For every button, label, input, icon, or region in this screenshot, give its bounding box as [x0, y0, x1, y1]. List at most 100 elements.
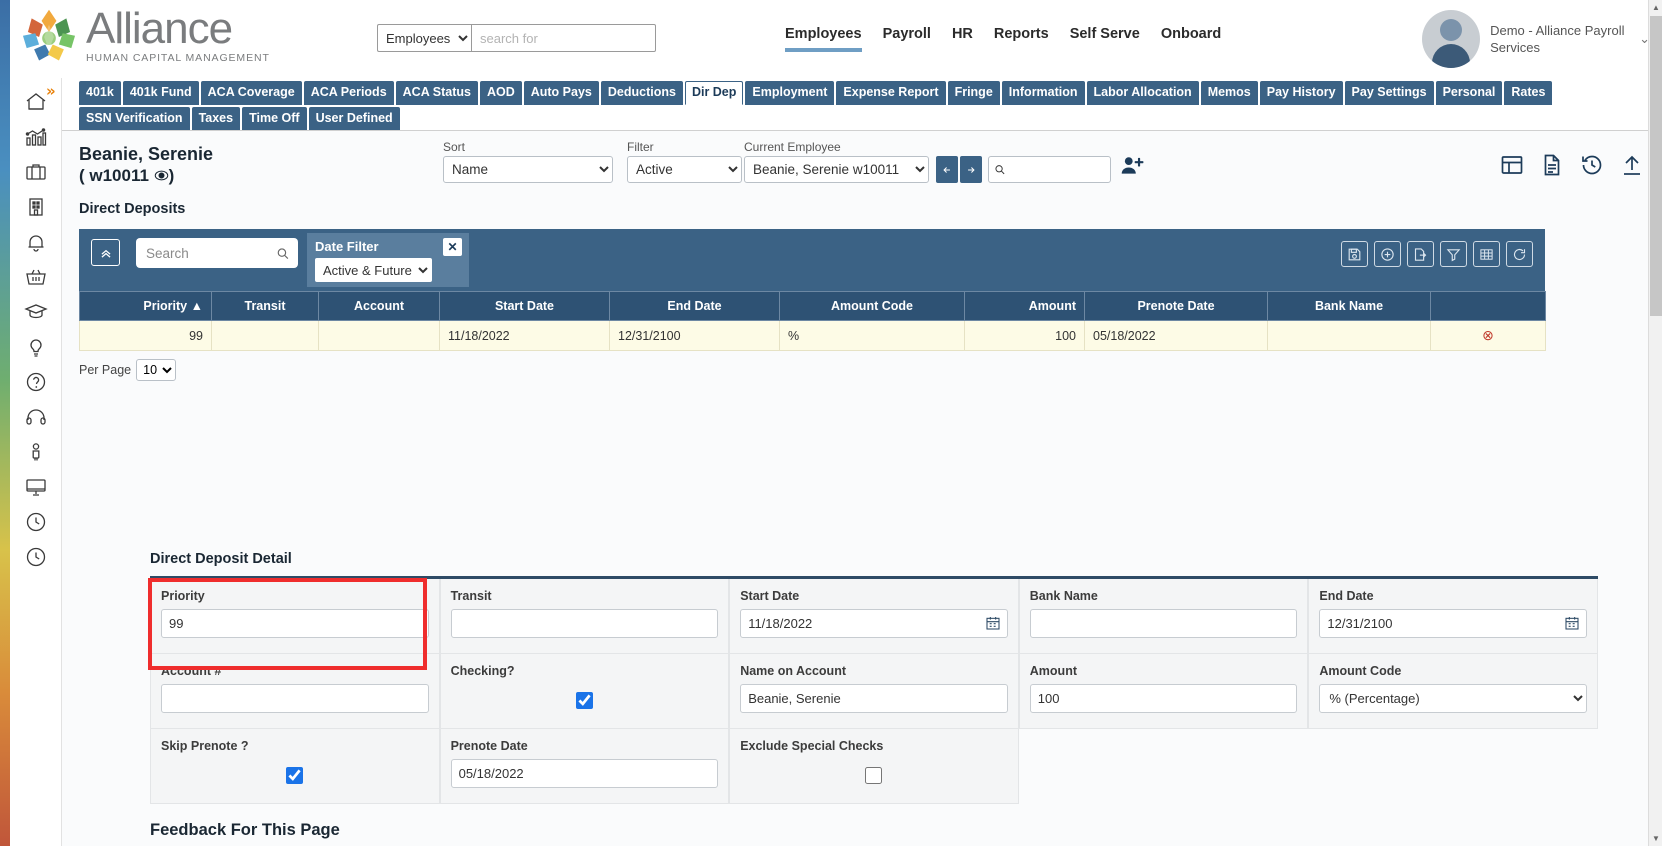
tab-pay-settings[interactable]: Pay Settings	[1344, 81, 1434, 105]
scroll-down-icon[interactable]: ▼	[1649, 831, 1662, 846]
grid-search-input[interactable]	[144, 244, 277, 262]
tab-aca-coverage[interactable]: ACA Coverage	[200, 81, 302, 105]
current-employee-select[interactable]: Beanie, Serenie w10011	[744, 156, 929, 183]
priority-input[interactable]	[161, 609, 429, 638]
account-input[interactable]	[161, 684, 429, 713]
per-page-select[interactable]: 10	[136, 359, 177, 381]
tab-fringe[interactable]: Fringe	[947, 81, 1000, 105]
filter-select[interactable]: Active	[627, 156, 742, 183]
sidebar-item-basket[interactable]	[18, 259, 54, 295]
col-bank-name[interactable]: Bank Name	[1267, 291, 1431, 321]
sort-select[interactable]: Name	[443, 156, 613, 183]
next-employee-button[interactable]	[960, 156, 982, 183]
tab-aca-periods[interactable]: ACA Periods	[303, 81, 394, 105]
tab-expense-report[interactable]: Expense Report	[836, 81, 946, 105]
table-row[interactable]: 99 11/18/2022 12/31/2100 % 100 05/18/202…	[79, 320, 1546, 351]
tab-labor-allocation[interactable]: Labor Allocation	[1086, 81, 1199, 105]
nav-self-serve[interactable]: Self Serve	[1070, 26, 1140, 52]
global-search-input[interactable]	[471, 24, 656, 52]
tab-aod[interactable]: AOD	[479, 81, 522, 105]
sidebar-item-support[interactable]	[18, 399, 54, 435]
tab-personal[interactable]: Personal	[1435, 81, 1503, 105]
name-on-account-input[interactable]	[740, 684, 1008, 713]
exclude-special-checks-checkbox[interactable]	[865, 767, 883, 784]
sidebar-item-briefcase[interactable]	[18, 154, 54, 190]
eye-icon[interactable]	[154, 168, 169, 188]
delete-row-button[interactable]: ⊗	[1430, 320, 1546, 351]
nav-reports[interactable]: Reports	[994, 26, 1049, 52]
sidebar-item-building[interactable]	[18, 189, 54, 225]
col-account[interactable]: Account	[318, 291, 440, 321]
amount-input[interactable]	[1029, 684, 1298, 713]
end-date-input[interactable]	[1319, 609, 1587, 638]
grid-search[interactable]	[136, 238, 298, 268]
scroll-up-icon[interactable]: ▲	[1649, 0, 1662, 15]
employee-search[interactable]	[988, 156, 1111, 183]
employee-search-input[interactable]	[1005, 161, 1105, 178]
tab-ssn-verification[interactable]: SSN Verification	[79, 107, 190, 130]
nav-payroll[interactable]: Payroll	[883, 26, 931, 52]
checking-checkbox[interactable]	[575, 692, 593, 709]
transit-input[interactable]	[450, 609, 719, 638]
col-amount[interactable]: Amount	[964, 291, 1085, 321]
tab-time-off[interactable]: Time Off	[242, 107, 307, 130]
save-icon[interactable]	[1341, 241, 1368, 267]
bank-name-input[interactable]	[1029, 609, 1298, 638]
global-search-scope-select[interactable]: Employees	[377, 24, 471, 52]
export-icon[interactable]	[1407, 241, 1434, 267]
tab-memos[interactable]: Memos	[1200, 81, 1258, 105]
tab-rates[interactable]: Rates	[1504, 81, 1553, 105]
nav-hr[interactable]: HR	[952, 26, 973, 52]
sidebar-expand-icon[interactable]: »	[46, 82, 56, 100]
prev-employee-button[interactable]	[936, 156, 958, 183]
grid-view-icon[interactable]	[1500, 153, 1524, 182]
tab-401k[interactable]: 401k	[79, 81, 121, 105]
document-icon[interactable]	[1540, 153, 1564, 182]
start-date-input[interactable]	[740, 609, 1008, 638]
sidebar-item-notifications[interactable]	[18, 224, 54, 260]
sidebar-item-time-clock[interactable]	[18, 504, 54, 540]
tab-aca-status[interactable]: ACA Status	[395, 81, 478, 105]
add-user-icon[interactable]	[1119, 153, 1145, 184]
prenote-date-input[interactable]	[450, 759, 719, 788]
chevron-up-icon[interactable]	[91, 239, 120, 266]
tab-auto-pays[interactable]: Auto Pays	[523, 81, 599, 105]
nav-employees[interactable]: Employees	[785, 26, 862, 52]
sidebar-item-person[interactable]	[18, 434, 54, 470]
tab-401k-fund[interactable]: 401k Fund	[122, 81, 199, 105]
filter-icon[interactable]	[1440, 241, 1467, 267]
col-end-date[interactable]: End Date	[609, 291, 780, 321]
calendar-icon[interactable]	[985, 615, 1001, 636]
page-scrollbar[interactable]: ▲ ▼	[1648, 0, 1662, 846]
delete-circle-icon[interactable]: ⊗	[1482, 327, 1494, 343]
col-priority[interactable]: Priority ▲	[79, 291, 212, 321]
user-menu[interactable]: Demo - Alliance Payroll Services ⌄	[1422, 10, 1650, 68]
history-icon[interactable]	[1580, 153, 1604, 182]
sidebar-item-ideas[interactable]	[18, 329, 54, 365]
tab-pay-history[interactable]: Pay History	[1259, 81, 1343, 105]
date-filter-select[interactable]: Active & Future	[315, 258, 432, 282]
sidebar-item-help[interactable]	[18, 364, 54, 400]
col-prenote-date[interactable]: Prenote Date	[1084, 291, 1268, 321]
upload-icon[interactable]	[1620, 153, 1644, 182]
table-icon[interactable]	[1473, 241, 1500, 267]
close-icon[interactable]: ✕	[443, 238, 462, 256]
nav-onboard[interactable]: Onboard	[1161, 26, 1221, 52]
tab-dir-dep[interactable]: Dir Dep	[684, 81, 744, 105]
tab-information[interactable]: Information	[1001, 81, 1085, 105]
refresh-icon[interactable]	[1506, 241, 1533, 267]
tab-employment[interactable]: Employment	[745, 81, 835, 105]
brand-logo[interactable]: Alliance HUMAN CAPITAL MANAGEMENT	[18, 6, 270, 68]
sidebar-item-time-history[interactable]	[18, 539, 54, 575]
calendar-icon[interactable]	[1564, 615, 1580, 636]
col-amount-code[interactable]: Amount Code	[779, 291, 965, 321]
add-circle-icon[interactable]	[1374, 241, 1401, 267]
sidebar-item-analytics[interactable]	[18, 119, 54, 155]
col-start-date[interactable]: Start Date	[439, 291, 610, 321]
tab-deductions[interactable]: Deductions	[600, 81, 683, 105]
amount-code-select[interactable]: % (Percentage)	[1319, 684, 1587, 713]
sidebar-item-monitor[interactable]	[18, 469, 54, 505]
tab-taxes[interactable]: Taxes	[191, 107, 241, 130]
sidebar-item-learning[interactable]	[18, 294, 54, 330]
skip-prenote-checkbox[interactable]	[286, 767, 304, 784]
